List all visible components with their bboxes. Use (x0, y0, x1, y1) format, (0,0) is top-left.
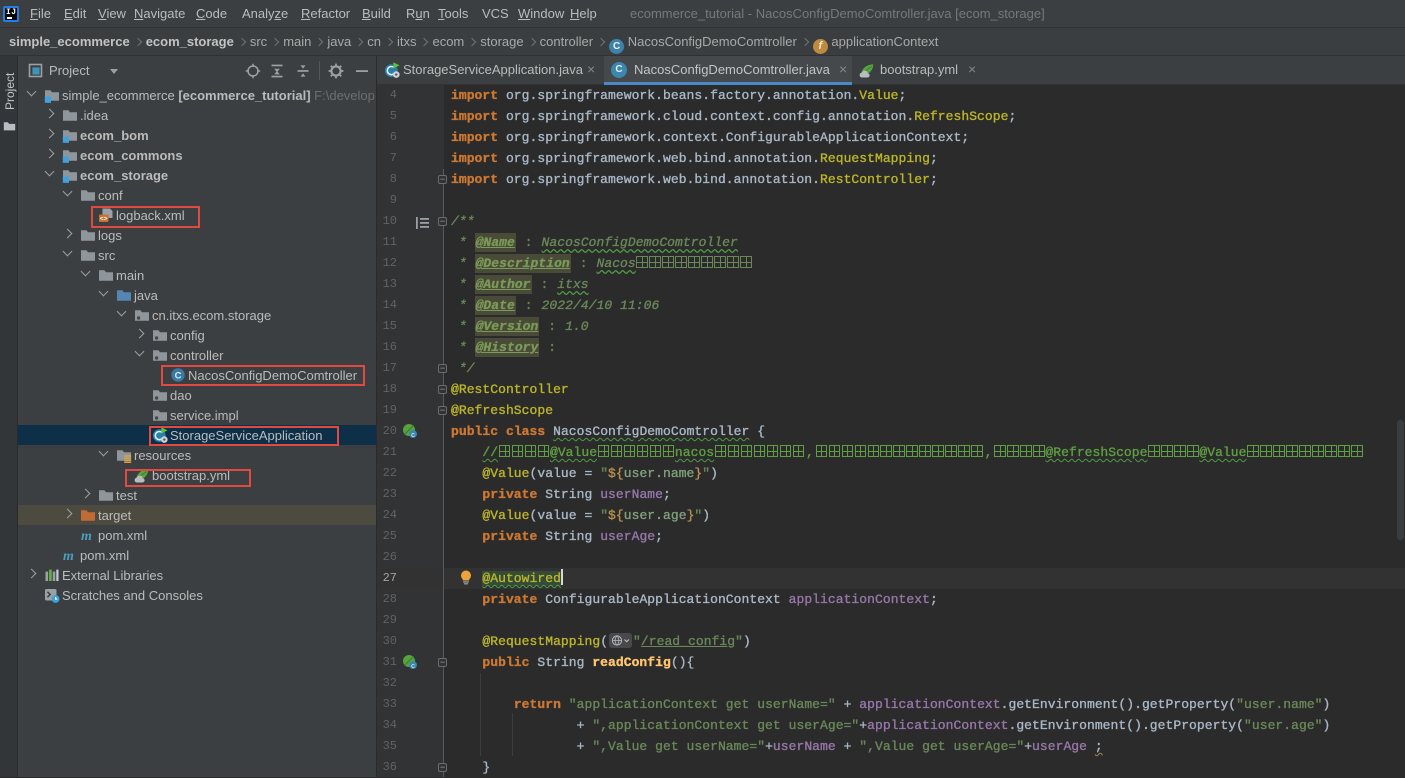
svg-text:m: m (63, 549, 74, 563)
svg-text:c: c (411, 661, 415, 670)
svg-text:c: c (411, 430, 415, 439)
svg-text:m: m (81, 529, 92, 543)
